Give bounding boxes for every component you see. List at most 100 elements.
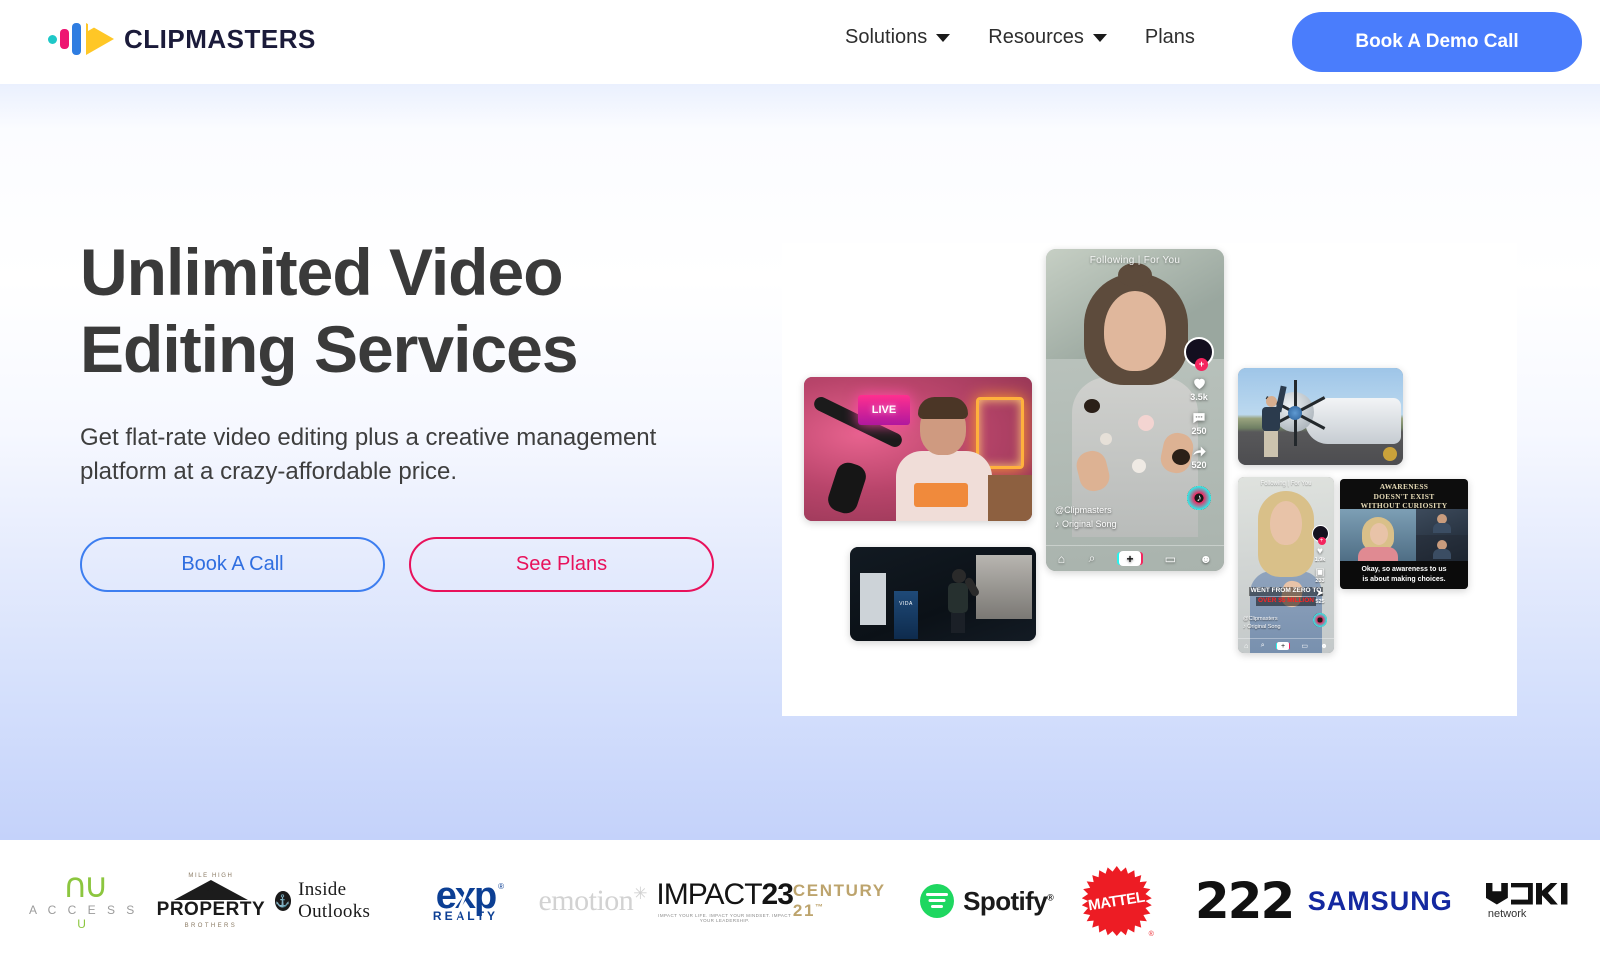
video-thumbnail-airplane[interactable] [1238, 368, 1403, 465]
home-icon[interactable]: ⌂ [1244, 643, 1248, 650]
music-label: ♪ Original Song [1243, 623, 1281, 630]
video-thumbnail-podcast[interactable]: LIVE [804, 377, 1032, 521]
video-thumbnail-awareness[interactable]: AWARENESS DOESN'T EXIST WITHOUT CURIOSIT… [1340, 479, 1468, 589]
participant-1 [1415, 509, 1468, 535]
music-label: ♪ Original Song [1055, 518, 1117, 529]
podcast-host-figure [896, 397, 992, 521]
tiktok-feed-tabs[interactable]: Following | For You [1046, 255, 1224, 266]
client-logo-bar: ∩∪ A C C E S S U MILE HIGH ✕ PROPERTY BR… [0, 840, 1600, 962]
comment-count: 250 [1191, 426, 1207, 436]
asterisk-icon: ✳ [633, 884, 648, 903]
hero-heading-line2: Editing Services [80, 311, 579, 386]
nav-item-resources[interactable]: Resources [988, 26, 1107, 49]
podium: VIDA [894, 591, 918, 639]
client-logo-property-brothers: MILE HIGH ✕ PROPERTY BROTHERS [147, 840, 274, 962]
see-plans-button[interactable]: See Plans [409, 537, 714, 593]
inbox-icon[interactable]: ▭ [1165, 552, 1176, 566]
impact23-wordmark: IMPACT23 [656, 877, 793, 911]
interview-grid [1340, 509, 1468, 569]
flipchart-board [860, 573, 886, 625]
heart-icon[interactable] [1191, 375, 1208, 391]
chevron-down-icon [936, 33, 951, 42]
pb-main-text: PROPERTY [156, 899, 266, 920]
tiktok-action-rail: + 3.5k 250 520 ♪ [1180, 337, 1218, 510]
create-icon[interactable]: + [1118, 551, 1141, 566]
client-logo-exp-realty: exp ® REALTY [402, 840, 529, 962]
creator-handle[interactable]: @Clipmasters [1243, 615, 1281, 623]
comment-icon[interactable]: ▣ [1315, 567, 1324, 578]
nav-label-solutions: Solutions [845, 26, 928, 48]
search-icon[interactable]: ⌕ [1261, 642, 1265, 650]
tiktok-action-rail: + ♥ 1.9k ▣ 233 ➤ 525 [1309, 525, 1331, 627]
face [1270, 501, 1302, 545]
airplane-fuselage [1305, 398, 1401, 444]
samsung-wordmark: SAMSUNG [1307, 885, 1453, 916]
client-logo-mattel: MATTEL ® [1053, 840, 1180, 962]
share-icon[interactable] [1191, 444, 1208, 459]
avatar[interactable]: + [1311, 525, 1329, 545]
creator-handle[interactable]: @Clipmasters [1055, 504, 1117, 518]
music-disc-icon[interactable] [1313, 613, 1327, 627]
clipmasters-logo-icon [48, 15, 114, 56]
follow-plus-icon[interactable]: + [1195, 358, 1208, 371]
client-logo-accessu: ∩∪ A C C E S S U [20, 840, 147, 962]
caption-line-2: OVER $5 MILLION [1256, 596, 1316, 606]
profile-icon[interactable]: ☻ [1200, 552, 1213, 566]
registered-icon: ® [498, 881, 505, 891]
inside-outlooks-label: Inside Outlooks [298, 879, 371, 922]
inbox-icon[interactable]: ▭ [1301, 642, 1308, 650]
tiktok-bottom-nav: ⌂ ⌕ + ▭ ☻ [1238, 638, 1334, 653]
interview-main-speaker [1340, 509, 1416, 569]
video-thumbnail-stage[interactable]: VIDA [850, 547, 1036, 641]
hero-heading-line1: Unlimited Video [80, 235, 564, 309]
podium-label: VIDA [899, 601, 913, 607]
search-icon[interactable]: ⌕ [1089, 551, 1096, 566]
logo-bar-blue [72, 23, 81, 55]
client-logo-impact23: IMPACT23 IMPACT YOUR LIFE. IMPACT YOUR M… [656, 840, 793, 962]
comment-icon[interactable] [1191, 410, 1207, 425]
pb-top-text: MILE HIGH [188, 873, 234, 879]
heart-icon[interactable]: ♥ [1317, 546, 1323, 557]
awareness-caption: Okay, so awareness to us is about making… [1340, 561, 1468, 589]
share-count: 525 [1315, 599, 1325, 605]
house-roof-icon: ✕ [173, 880, 248, 900]
awareness-caption-line2: is about making choices. [1362, 575, 1446, 583]
accessu-mark-icon: ∩∪ [62, 865, 109, 906]
trademark-icon: ™ [815, 902, 825, 912]
logo-bar-pink [60, 29, 69, 49]
cabinet-prop [988, 475, 1032, 521]
music-disc-icon[interactable]: ♪ [1187, 486, 1211, 510]
hero-button-group: Book A Call See Plans [80, 537, 740, 593]
speaker-figure [948, 569, 981, 633]
video-thumbnail-tiktok-main[interactable]: Following | For You + 3.5k 250 520 ♪ @Cl… [1046, 249, 1224, 571]
create-icon[interactable]: + [1277, 642, 1290, 650]
like-count: 1.9k [1314, 557, 1326, 563]
propeller-spinner [1288, 406, 1302, 420]
profile-icon[interactable]: ☻ [1320, 643, 1327, 650]
pilot-figure [1262, 385, 1287, 458]
tiktok-feed-tabs[interactable]: Following | For You [1238, 481, 1334, 487]
follow-plus-icon: + [1317, 537, 1326, 545]
awareness-caption-line1: Okay, so awareness to us [1361, 566, 1447, 573]
awareness-title-line2: DOESN'T EXIST [1373, 491, 1435, 501]
hero-subtext: Get flat-rate video editing plus a creat… [80, 424, 657, 486]
222-wordmark: 222 [1194, 872, 1295, 930]
nav-label-plans: Plans [1144, 26, 1195, 48]
face [1104, 291, 1166, 371]
client-logo-yuki-network: network [1453, 840, 1580, 962]
avatar[interactable]: + [1184, 337, 1214, 371]
home-icon[interactable]: ⌂ [1058, 552, 1065, 566]
book-a-demo-call-button[interactable]: Book A Demo Call [1292, 12, 1582, 72]
spotify-icon [920, 884, 955, 918]
book-a-call-button[interactable]: Book A Call [80, 537, 385, 593]
tiktok-bottom-nav: ⌂ ⌕ + ▭ ☻ [1046, 545, 1224, 571]
share-icon[interactable]: ➤ [1316, 588, 1324, 599]
brand-name: CLIPMASTERS [124, 23, 316, 54]
client-logo-inside-outlooks: ⚓ Inside Outlooks [274, 840, 402, 962]
brand-logo[interactable]: CLIPMASTERS [48, 15, 316, 56]
nav-item-solutions[interactable]: Solutions [845, 26, 951, 49]
video-thumbnail-tiktok-blonde[interactable]: Following | For You WENT FROM ZERO TO OV… [1238, 477, 1334, 653]
tiktok-video-meta: @Clipmasters ♪ Original Song [1243, 615, 1281, 632]
client-logo-222: 222 [1180, 840, 1307, 962]
nav-item-plans[interactable]: Plans [1145, 26, 1195, 49]
